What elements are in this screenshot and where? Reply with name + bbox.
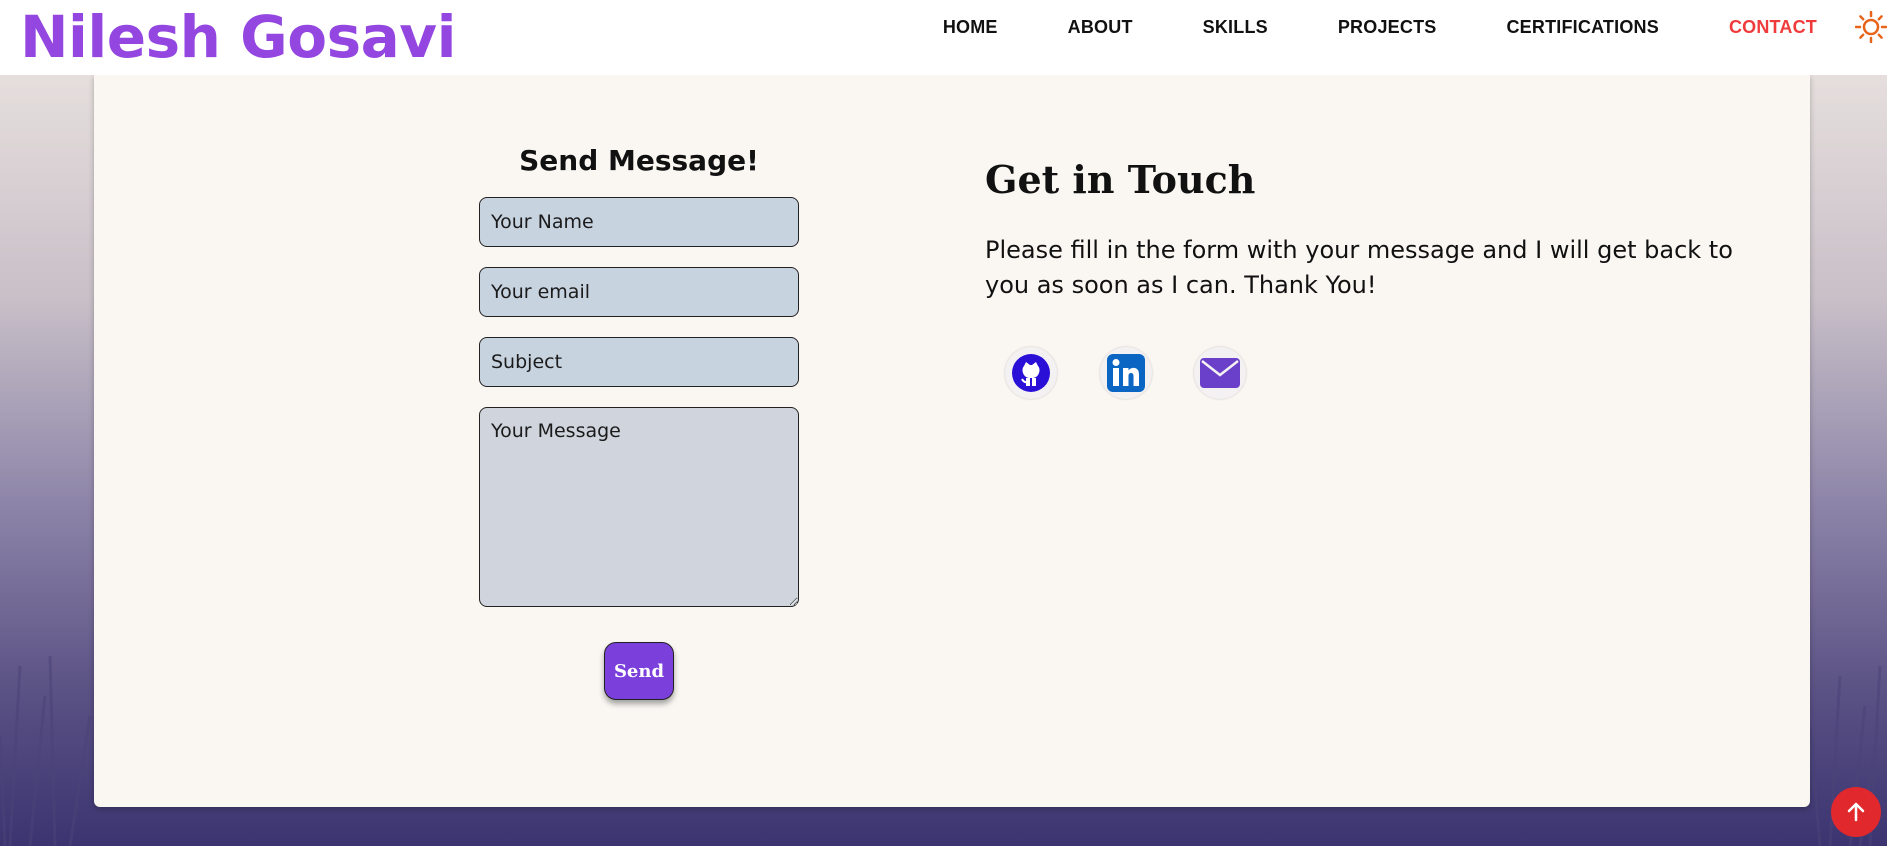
brand-name[interactable]: Nilesh Gosavi	[20, 2, 456, 72]
scroll-top-button[interactable]	[1831, 787, 1881, 837]
nav-contact[interactable]: CONTACT	[1729, 17, 1817, 38]
form-title: Send Message!	[519, 144, 759, 177]
send-button[interactable]: Send	[604, 642, 674, 700]
mail-icon[interactable]	[1194, 347, 1246, 399]
message-input[interactable]	[479, 407, 799, 607]
contact-card: Send Message! Send Get in Touch Please f…	[94, 75, 1810, 807]
sun-icon[interactable]	[1854, 10, 1887, 44]
nav-links: HOME ABOUT SKILLS PROJECTS CERTIFICATION…	[943, 0, 1887, 54]
github-icon[interactable]	[1005, 347, 1057, 399]
linkedin-icon[interactable]	[1100, 347, 1152, 399]
get-in-touch-text: Please fill in the form with your messag…	[985, 236, 1733, 299]
nav-certifications[interactable]: CERTIFICATIONS	[1506, 17, 1658, 38]
nav-home[interactable]: HOME	[943, 17, 998, 38]
email-input[interactable]	[479, 267, 799, 317]
nav-about[interactable]: ABOUT	[1068, 17, 1133, 38]
arrow-up-icon	[1847, 802, 1865, 822]
nav-skills[interactable]: SKILLS	[1203, 17, 1268, 38]
navbar: Nilesh Gosavi HOME ABOUT SKILLS PROJECTS…	[0, 0, 1887, 75]
subject-input[interactable]	[479, 337, 799, 387]
get-in-touch-title: Get in Touch	[985, 157, 1256, 202]
nav-projects[interactable]: PROJECTS	[1338, 17, 1437, 38]
name-input[interactable]	[479, 197, 799, 247]
